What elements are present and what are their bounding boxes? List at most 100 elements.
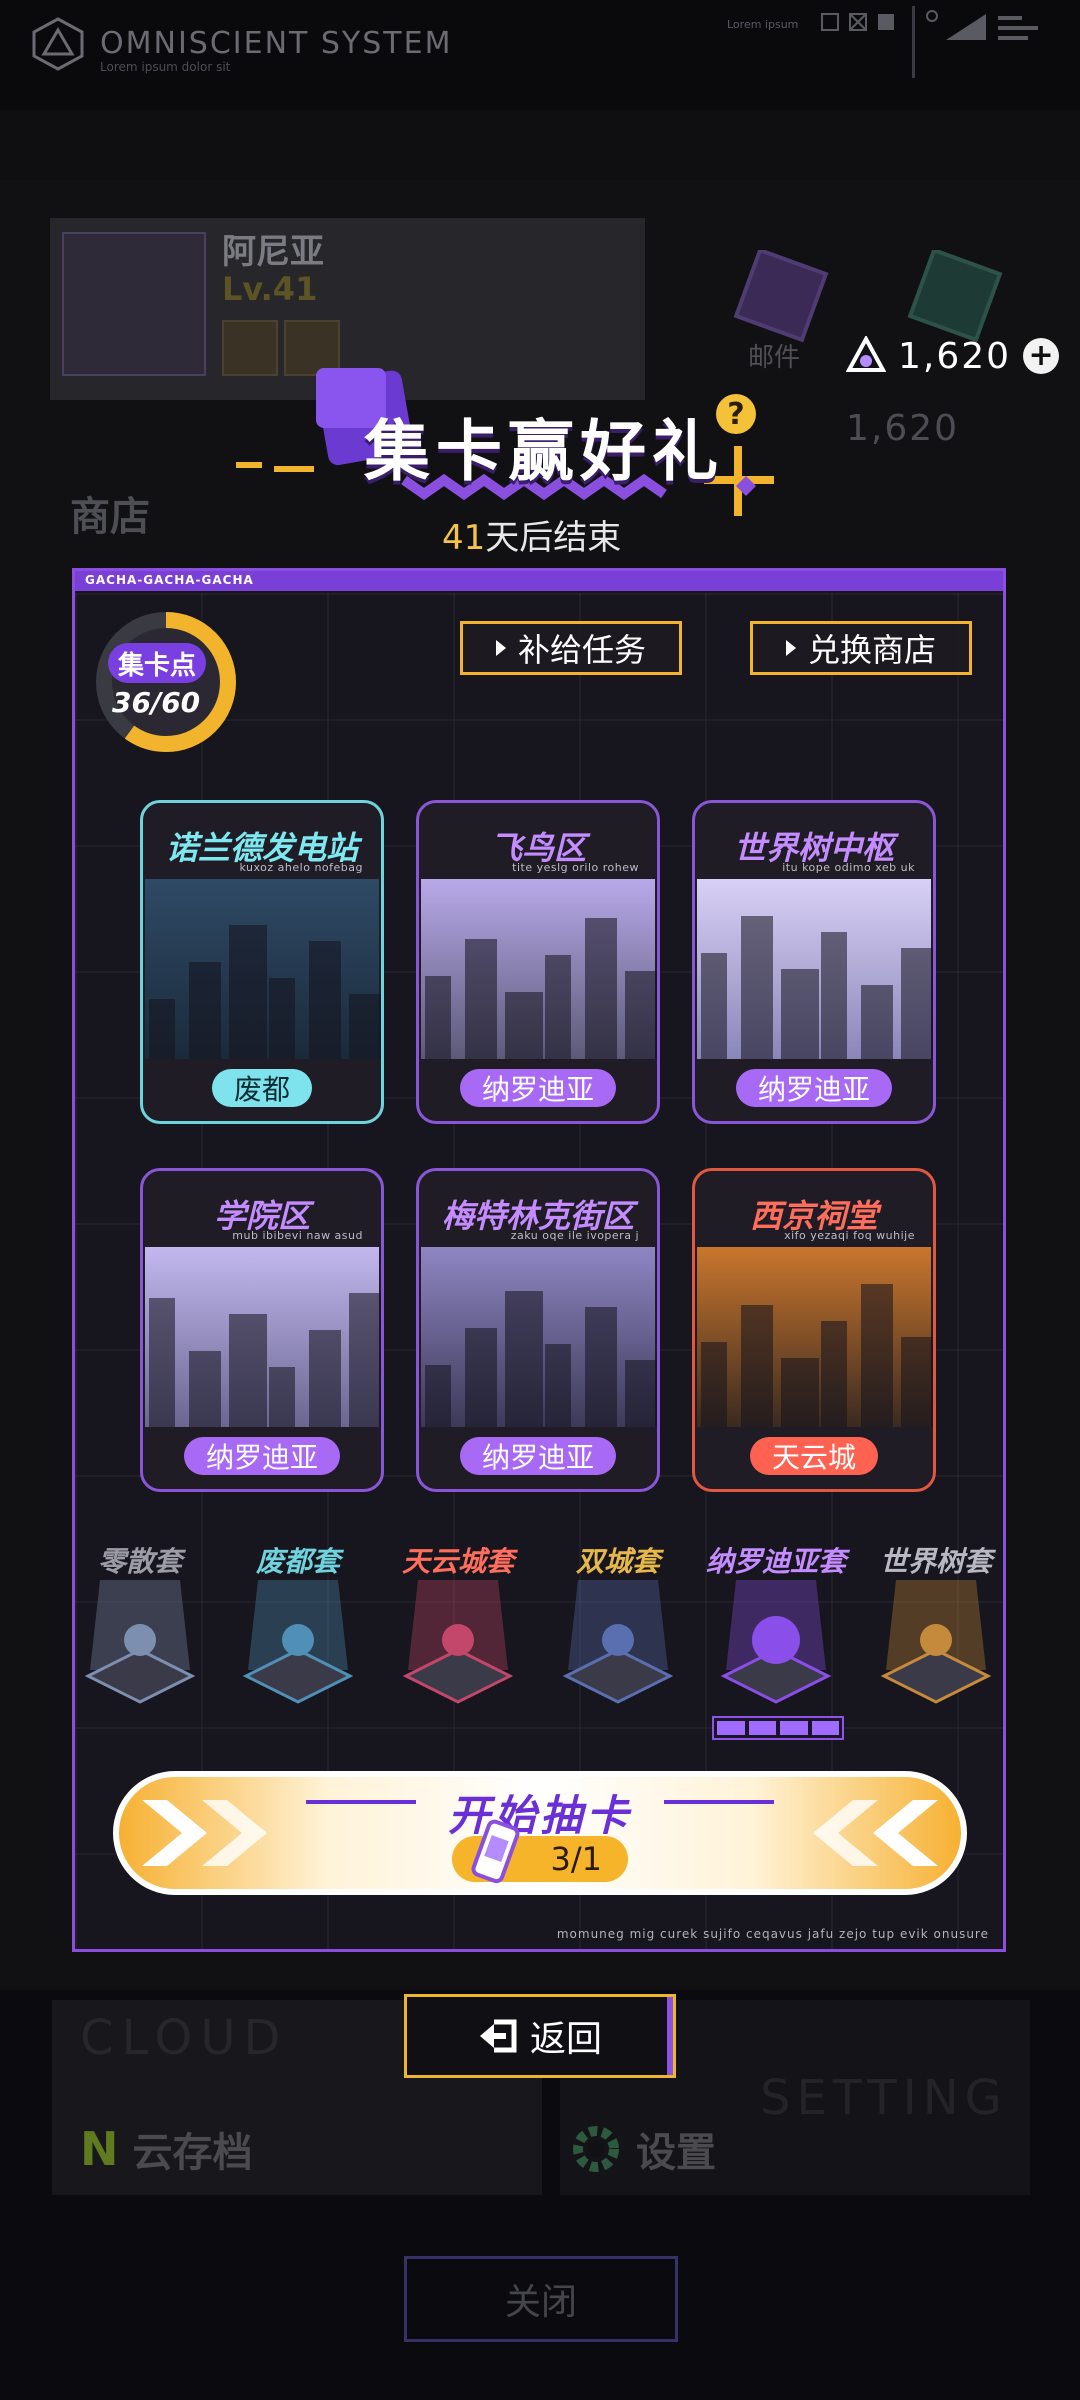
- card-set-name: 废都套: [255, 1545, 340, 1578]
- zone-region-tag: 纳罗迪亚: [735, 1069, 893, 1107]
- building-shape: [465, 1328, 497, 1427]
- profile-level: Lv.41: [222, 270, 318, 308]
- progress-segment: [811, 1721, 839, 1735]
- setting-ghost-text: SETTING: [760, 2070, 1008, 2126]
- building-shape: [309, 1330, 341, 1427]
- zone-scene-image: [697, 1247, 933, 1427]
- currency-ghost: 1,620: [846, 408, 959, 449]
- building-shape: [861, 985, 893, 1059]
- progress-segment: [780, 1721, 808, 1735]
- system-logo-icon: [32, 17, 84, 71]
- zone-card[interactable]: 西京祠堂 xifo yezaqi foq wuhije 天云城: [692, 1168, 936, 1492]
- zone-subtitle: xifo yezaqi foq wuhije: [784, 1229, 915, 1242]
- zone-region-tag: 天云城: [749, 1437, 879, 1475]
- help-icon[interactable]: ?: [716, 394, 756, 434]
- exchange-shop-button[interactable]: 兑换商店: [750, 621, 972, 675]
- system-subtitle: Lorem ipsum dolor sit: [100, 60, 231, 74]
- card-set-name: 纳罗迪亚套: [705, 1545, 846, 1578]
- zone-region-tag: 纳罗迪亚: [183, 1437, 341, 1475]
- card-set[interactable]: 纳罗迪亚套: [696, 1540, 856, 1710]
- building-shape: [269, 1367, 295, 1427]
- supply-task-label: 补给任务: [517, 631, 646, 669]
- system-title: OMNISCIENT SYSTEM: [100, 26, 453, 61]
- countdown-days: 41: [442, 518, 486, 558]
- event-countdown: 41天后结束: [442, 510, 621, 559]
- supply-task-button[interactable]: 补给任务: [460, 621, 682, 675]
- building-shape: [545, 955, 571, 1059]
- building-shape: [229, 925, 267, 1059]
- building-shape: [821, 1321, 847, 1427]
- zone-region-tag: 废都: [211, 1069, 313, 1107]
- card-points-value: 36/60: [112, 686, 201, 719]
- zone-card[interactable]: 诺兰德发电站 kuxoz ahelo nofebag 废都: [140, 800, 384, 1124]
- building-shape: [781, 969, 819, 1059]
- add-currency-button[interactable]: +: [1023, 338, 1060, 374]
- building-shape: [861, 1284, 893, 1427]
- zone-scene-image: [697, 879, 933, 1059]
- system-ghost-row: [0, 110, 1080, 180]
- zone-card[interactable]: 梅特林克街区 zaku oqe ile ivopera j 纳罗迪亚: [416, 1168, 660, 1492]
- currency-ghost-value: 1,620: [846, 408, 960, 449]
- zone-card[interactable]: 学院区 mub ibibevi naw asud 纳罗迪亚: [140, 1168, 384, 1492]
- zone-scene-image: [145, 1247, 381, 1427]
- shop-label: 商店: [70, 494, 150, 540]
- draw-button-label: 开始抽卡: [447, 1791, 632, 1840]
- close-button: 关闭: [404, 2256, 678, 2342]
- card-set[interactable]: 废都套: [218, 1540, 378, 1710]
- zone-region-tag: 纳罗迪亚: [459, 1069, 617, 1107]
- card-set[interactable]: 双城套: [538, 1540, 698, 1710]
- ticket-icon: [471, 1819, 520, 1884]
- zone-card[interactable]: 世界树中枢 itu kope odimo xeb uk 纳罗迪亚: [692, 800, 936, 1124]
- countdown-suffix: 天后结束: [485, 518, 622, 558]
- card-set-icon: [562, 1580, 674, 1704]
- system-lorem-label: Lorem ipsum: [727, 18, 799, 31]
- building-shape: [149, 1298, 175, 1427]
- building-shape: [901, 1337, 933, 1427]
- building-shape: [701, 1342, 727, 1427]
- zone-subtitle: itu kope odimo xeb uk: [782, 861, 915, 874]
- zone-scene-image: [145, 879, 381, 1059]
- card-set[interactable]: 天云城套: [378, 1540, 538, 1710]
- building-shape: [269, 978, 295, 1059]
- card-set[interactable]: 零散套: [60, 1540, 220, 1710]
- building-shape: [741, 916, 773, 1059]
- cloud-n-icon: N: [80, 2122, 119, 2176]
- card-points-label: 集卡点: [108, 643, 206, 683]
- gem-currency-icon: [846, 336, 886, 372]
- panel-header-text: GACHA-GACHA-GACHA: [85, 573, 254, 587]
- building-shape: [741, 1305, 773, 1427]
- zone-subtitle: zaku oqe ile ivopera j: [510, 1229, 639, 1242]
- progress-segment: [748, 1721, 776, 1735]
- progress-segment: [717, 1721, 745, 1735]
- exchange-shop-label: 兑换商店: [807, 631, 936, 669]
- building-shape: [425, 976, 451, 1059]
- avatar: [62, 232, 206, 376]
- card-set-name: 零散套: [97, 1545, 182, 1578]
- zone-card[interactable]: 飞鸟区 tite yeslg orilo rohew 纳罗迪亚: [416, 800, 660, 1124]
- building-shape: [821, 932, 847, 1059]
- gear-icon: [573, 2126, 619, 2172]
- panel-footer-text: momuneg mig curek sujifo ceqavus jafu ze…: [556, 1927, 989, 1941]
- card-set-name: 世界树套: [879, 1545, 992, 1578]
- building-shape: [349, 994, 381, 1059]
- building-shape: [701, 953, 727, 1059]
- building-shape: [625, 971, 657, 1059]
- setting-label: 设置: [570, 2120, 716, 2178]
- building-shape: [229, 1314, 267, 1427]
- profile-name: 阿尼亚: [222, 232, 324, 272]
- banner-title: 集卡赢好礼: [364, 413, 724, 490]
- building-shape: [149, 999, 175, 1059]
- panel-header: GACHA-GACHA-GACHA: [75, 571, 1003, 591]
- zone-scene-image: [421, 879, 657, 1059]
- card-set-icon: [402, 1580, 514, 1704]
- zone-subtitle: kuxoz ahelo nofebag: [239, 861, 363, 874]
- card-set[interactable]: 世界树套: [856, 1540, 1016, 1710]
- cloud-save-label: N 云存档: [80, 2120, 253, 2178]
- window-controls-icon: [821, 13, 894, 31]
- back-button[interactable]: 返回: [404, 1994, 676, 2078]
- signal-widget-icon: [926, 10, 1038, 40]
- cloud-ghost-text: CLOUD: [80, 2010, 289, 2066]
- zone-scene-image: [421, 1247, 657, 1427]
- currency-value: 1,620: [898, 335, 1012, 377]
- zone-subtitle: tite yeslg orilo rohew: [512, 861, 639, 874]
